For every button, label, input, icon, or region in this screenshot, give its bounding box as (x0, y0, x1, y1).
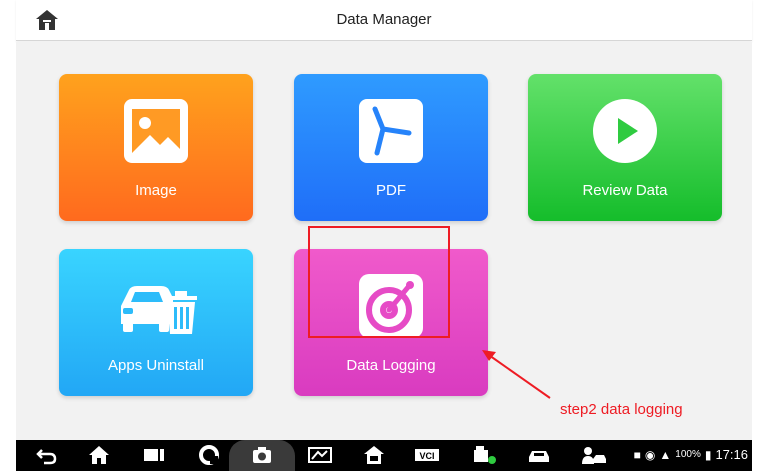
back-icon[interactable] (36, 444, 58, 466)
camera-icon[interactable] (229, 440, 295, 471)
settings-status-icon: ◉ (644, 447, 656, 462)
system-navbar: VCI ■ ◉ ▲ 100% ▮ 17:16 (16, 440, 752, 471)
car-icon[interactable] (526, 444, 552, 466)
user-car-icon[interactable] (580, 444, 606, 466)
annotation-text: step2 data logging (560, 401, 683, 418)
message-icon: ■ (633, 447, 641, 462)
apps-uninstall-tile[interactable]: Apps Uninstall (59, 249, 253, 396)
vci-icon[interactable]: VCI (414, 444, 440, 466)
tile-label: Image (135, 182, 177, 199)
pdf-tile[interactable]: PDF (294, 74, 488, 221)
battery-icon: ▮ (704, 447, 712, 462)
home-icon[interactable] (88, 444, 110, 466)
svg-text:VCI: VCI (419, 451, 434, 461)
clock: 17:16 (715, 447, 748, 462)
screen-capture-icon[interactable] (307, 444, 333, 466)
tile-label: Apps Uninstall (108, 357, 204, 374)
image-icon (124, 99, 188, 163)
tile-label: Review Data (582, 182, 668, 199)
page-title: Data Manager (336, 11, 432, 28)
recent-apps-icon[interactable] (142, 444, 166, 466)
pdf-icon (359, 99, 423, 163)
wifi-icon: ▲ (659, 447, 672, 462)
car-trash-icon (117, 274, 197, 338)
vehicle-connect-icon[interactable] (472, 444, 498, 466)
review-data-tile[interactable]: Review Data (528, 74, 722, 221)
browser-icon[interactable] (198, 444, 220, 466)
play-icon (593, 99, 657, 163)
app-header: Data Manager (16, 0, 752, 41)
right-frame (752, 0, 768, 440)
home-vehicle-icon[interactable] (362, 444, 386, 466)
tile-label: PDF (376, 182, 406, 199)
left-frame (0, 0, 16, 440)
image-tile[interactable]: Image (59, 74, 253, 221)
battery-percent: 100% (675, 449, 701, 460)
highlight-box (308, 226, 450, 338)
tile-label: Data Logging (346, 357, 436, 374)
status-bar: ■ ◉ ▲ 100% ▮ 17:16 (634, 447, 748, 462)
